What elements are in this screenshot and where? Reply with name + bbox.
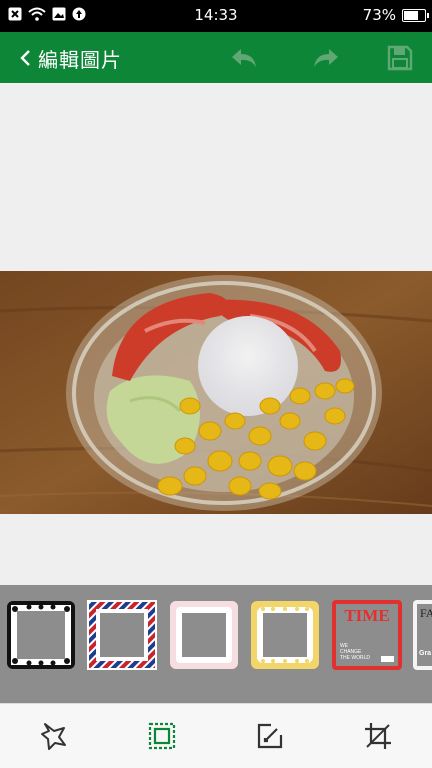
status-bar: 14:33 73% xyxy=(0,0,432,32)
redo-icon xyxy=(314,49,338,67)
bottom-toolbar xyxy=(0,703,432,768)
time-cover-line-3: THE WORLD xyxy=(340,655,370,661)
undo-icon xyxy=(232,49,256,67)
time-masthead: TIME xyxy=(344,606,389,625)
sticker-icon xyxy=(41,723,66,750)
pink-frame[interactable] xyxy=(168,599,240,671)
fashion-frame-preview: FA Gra xyxy=(413,600,432,670)
redo-button[interactable] xyxy=(308,40,344,76)
photo-image xyxy=(0,271,432,514)
pink-frame-preview xyxy=(170,601,238,669)
battery-fill xyxy=(404,11,418,20)
app-bar: 編輯圖片 xyxy=(0,32,432,83)
frame-tool-button[interactable] xyxy=(146,720,178,752)
draw-icon xyxy=(257,723,283,749)
save-button[interactable] xyxy=(382,40,418,76)
editing-canvas xyxy=(0,83,432,585)
battery-percent: 73% xyxy=(362,6,396,24)
scalloped-black-frame[interactable] xyxy=(5,599,77,671)
frames-strip: TIME WE CHANGE THE WORLD FA Gra xyxy=(0,585,432,703)
page-title: 編輯圖片 xyxy=(38,48,122,72)
frame-icon xyxy=(148,722,176,750)
fashion-cover-line: Gra xyxy=(419,650,431,657)
draw-tool-button[interactable] xyxy=(254,720,286,752)
battery-icon xyxy=(402,9,429,22)
scalloped-black-frame-preview xyxy=(7,601,75,669)
fashion-masthead: FA xyxy=(420,606,432,620)
save-icon xyxy=(387,45,413,71)
sticker-tool-button[interactable] xyxy=(38,720,70,752)
time-magazine-frame-preview: TIME WE CHANGE THE WORLD xyxy=(332,600,402,670)
undo-button[interactable] xyxy=(226,40,262,76)
salad-bowl-photo[interactable] xyxy=(0,271,432,514)
barcode-icon xyxy=(381,656,394,662)
yellow-lace-frame[interactable] xyxy=(249,599,321,671)
airmail-frame[interactable] xyxy=(86,599,158,671)
crop-icon xyxy=(365,723,391,749)
time-magazine-frame[interactable]: TIME WE CHANGE THE WORLD xyxy=(331,599,403,671)
yellow-lace-frame-preview xyxy=(251,601,319,669)
crop-tool-button[interactable] xyxy=(362,720,394,752)
airmail-frame-preview xyxy=(87,600,157,670)
chevron-left-icon xyxy=(20,50,30,66)
fashion-frame[interactable]: FA Gra xyxy=(412,599,432,671)
